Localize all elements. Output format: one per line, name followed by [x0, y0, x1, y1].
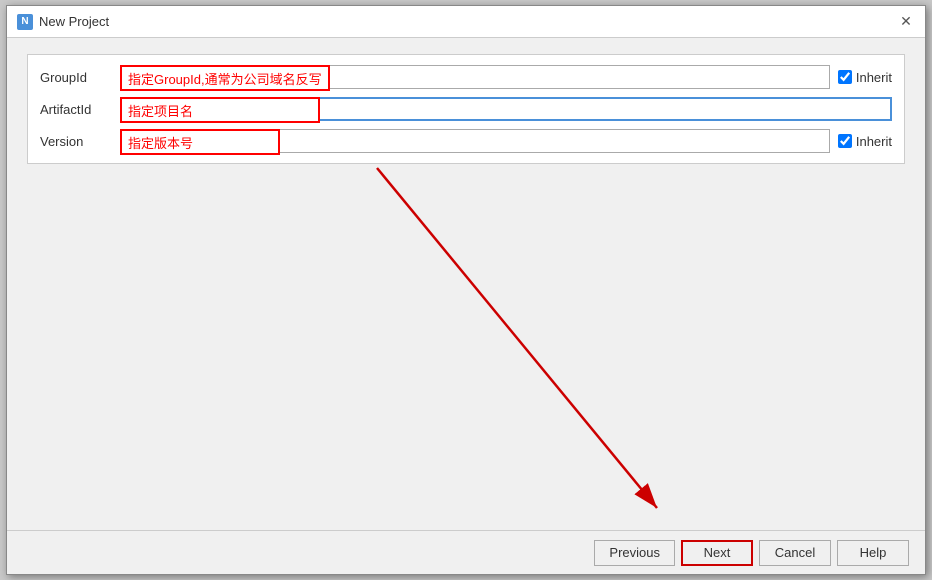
- groupid-inherit-label: Inherit: [856, 70, 892, 85]
- artifactid-label: ArtifactId: [40, 102, 120, 117]
- dialog-title: New Project: [39, 14, 109, 29]
- version-row: Version Inherit 指定版本号: [40, 129, 892, 153]
- new-project-dialog: N New Project ✕ GroupId Inherit: [6, 5, 926, 575]
- dialog-icon-label: N: [21, 16, 28, 27]
- dialog-icon: N: [17, 14, 33, 30]
- help-button[interactable]: Help: [837, 540, 909, 566]
- dialog-footer: Previous Next Cancel Help: [7, 530, 925, 574]
- version-label: Version: [40, 134, 120, 149]
- form-area: GroupId Inherit 指定GroupId,通常为公司域名反写 Arti…: [27, 54, 905, 164]
- artifactid-input[interactable]: [120, 97, 892, 121]
- next-button[interactable]: Next: [681, 540, 753, 566]
- title-bar-left: N New Project: [17, 14, 109, 30]
- version-input-wrapper: Inherit: [120, 129, 892, 153]
- groupid-inherit-checkbox[interactable]: [838, 70, 852, 84]
- previous-button[interactable]: Previous: [594, 540, 675, 566]
- version-inherit: Inherit: [838, 134, 892, 149]
- artifactid-input-wrapper: [120, 97, 892, 121]
- groupid-inherit: Inherit: [838, 70, 892, 85]
- version-inherit-label: Inherit: [856, 134, 892, 149]
- groupid-row: GroupId Inherit 指定GroupId,通常为公司域名反写: [40, 65, 892, 89]
- close-button[interactable]: ✕: [897, 13, 915, 31]
- groupid-input-wrapper: Inherit: [120, 65, 892, 89]
- version-input[interactable]: [120, 129, 830, 153]
- groupid-input[interactable]: [120, 65, 830, 89]
- artifactid-row: ArtifactId 指定项目名: [40, 97, 892, 121]
- groupid-label: GroupId: [40, 70, 120, 85]
- version-inherit-checkbox[interactable]: [838, 134, 852, 148]
- dialog-content: GroupId Inherit 指定GroupId,通常为公司域名反写 Arti…: [7, 38, 925, 530]
- cancel-button[interactable]: Cancel: [759, 540, 831, 566]
- title-bar: N New Project ✕: [7, 6, 925, 38]
